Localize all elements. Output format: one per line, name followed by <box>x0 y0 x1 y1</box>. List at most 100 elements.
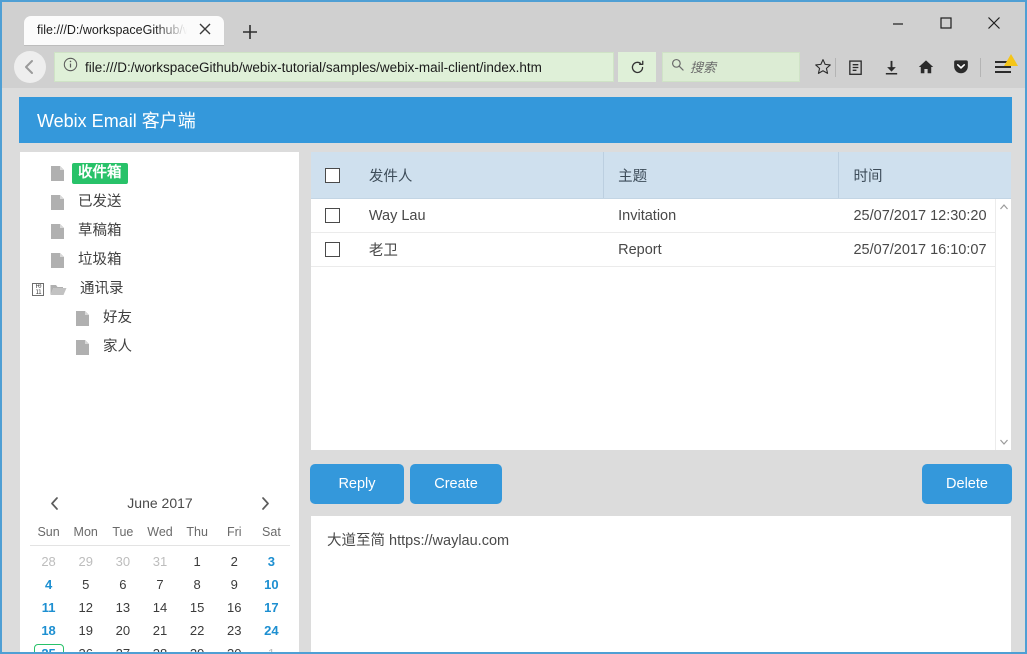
calendar-day[interactable]: 21 <box>141 621 178 641</box>
calendar-day[interactable]: 27 <box>104 644 141 653</box>
create-button[interactable]: Create <box>410 464 502 504</box>
reply-button[interactable]: Reply <box>310 464 404 504</box>
cell-time: 25/07/2017 16:10:07 <box>853 241 987 258</box>
browser-tab[interactable]: file:///D:/workspaceGithub/we <box>24 16 224 46</box>
calendar-header: June 2017 <box>30 487 290 519</box>
calendar-day[interactable]: 6 <box>104 575 141 595</box>
row-checkbox[interactable] <box>325 242 341 257</box>
star-icon[interactable] <box>808 52 838 82</box>
mail-table-body: Way Lau Invitation 25/07/2017 12:30:20 老卫 Re… <box>311 199 1011 267</box>
calendar-day[interactable]: 22 <box>179 621 216 641</box>
calendar-day[interactable]: 2 <box>216 552 253 572</box>
home-icon[interactable] <box>911 52 941 82</box>
back-arrow-icon[interactable] <box>14 51 46 83</box>
window-close-button[interactable] <box>971 8 1017 38</box>
tree-item-6[interactable]: 家人 <box>20 333 299 362</box>
table-row[interactable]: 老卫 Report 25/07/2017 16:10:07 <box>311 233 1011 267</box>
app-header: Webix Email 客户端 <box>19 97 1012 143</box>
calendar-prev-icon[interactable] <box>48 496 61 511</box>
table-row[interactable]: Way Lau Invitation 25/07/2017 12:30:20 <box>311 199 1011 233</box>
tree-item-label: 家人 <box>103 339 132 356</box>
calendar-week-0: 28 29 30 31 1 2 3 <box>30 550 290 573</box>
calendar-day[interactable]: 28 <box>30 552 67 572</box>
download-icon[interactable] <box>876 52 906 82</box>
calendar-day[interactable]: 9 <box>216 575 253 595</box>
calendar-day[interactable]: 19 <box>67 621 104 641</box>
calendar-day[interactable]: 5 <box>67 575 104 595</box>
calendar-day[interactable]: 30 <box>104 552 141 572</box>
file-icon <box>50 252 65 269</box>
calendar-day[interactable]: 16 <box>216 598 253 618</box>
window-minimize-button[interactable] <box>875 8 921 38</box>
select-all-checkbox[interactable] <box>325 167 341 183</box>
file-icon <box>50 194 65 211</box>
calendar-day[interactable]: 4 <box>30 575 67 595</box>
calendar-day[interactable]: 13 <box>104 598 141 618</box>
calendar-day[interactable]: 14 <box>141 598 178 618</box>
calendar-day[interactable]: 17 <box>253 598 290 618</box>
tree-item-label: 草稿箱 <box>78 223 122 240</box>
scroll-down-icon[interactable] <box>996 434 1011 450</box>
tree-item-1[interactable]: 已发送 <box>20 188 299 217</box>
library-icon[interactable] <box>840 52 870 82</box>
pocket-icon[interactable] <box>946 52 976 82</box>
calendar-day[interactable]: 30 <box>216 644 253 653</box>
delete-button[interactable]: Delete <box>922 464 1012 504</box>
search-input[interactable] <box>690 59 790 75</box>
collapse-toggle-icon[interactable]: F0 11 <box>32 283 44 296</box>
row-checkbox[interactable] <box>325 208 341 223</box>
calendar-day[interactable]: 1 <box>253 644 290 653</box>
reload-icon[interactable] <box>618 52 656 82</box>
info-icon[interactable] <box>63 57 78 77</box>
tree-item-0[interactable]: 收件箱 <box>20 159 299 188</box>
calendar-day[interactable]: 10 <box>253 575 290 595</box>
column-header-subject[interactable]: 主题 <box>604 152 840 198</box>
tree-item-5[interactable]: 好友 <box>20 304 299 333</box>
hamburger-menu-icon[interactable] <box>986 52 1020 82</box>
weekday-sun: Sun <box>37 525 60 539</box>
calendar-day[interactable]: 31 <box>141 552 178 572</box>
calendar-day[interactable]: 20 <box>104 621 141 641</box>
tree-item-2[interactable]: 草稿箱 <box>20 217 299 246</box>
calendar-day[interactable]: 29 <box>67 552 104 572</box>
calendar-day[interactable]: 29 <box>179 644 216 653</box>
row-checkbox-cell[interactable] <box>311 199 355 232</box>
calendar-day[interactable]: 15 <box>179 598 216 618</box>
folder-open-icon <box>50 282 67 297</box>
row-checkbox-cell[interactable] <box>311 233 355 266</box>
tree-item-3[interactable]: 垃圾箱 <box>20 246 299 275</box>
calendar-day[interactable]: 24 <box>253 621 290 641</box>
file-icon <box>50 165 65 182</box>
cell-from: Way Lau <box>368 207 426 224</box>
calendar-day[interactable]: 23 <box>216 621 253 641</box>
scroll-up-icon[interactable] <box>996 199 1011 215</box>
calendar-day[interactable]: 25 <box>33 643 64 652</box>
calendar-day[interactable]: 26 <box>67 644 104 653</box>
calendar-next-icon[interactable] <box>259 496 272 511</box>
calendar-day[interactable]: 28 <box>141 644 178 653</box>
folder-tree: 收件箱 已发送草稿箱垃圾箱 F0 11 通讯录好友家人 <box>20 159 299 362</box>
calendar-weekday-headers: Sun Mon Tue Wed Thu Fri Sat <box>30 519 290 545</box>
mail-body-editor[interactable]: 大道至简 https://waylau.com <box>310 515 1012 652</box>
mail-table-scrollbar[interactable] <box>995 199 1011 450</box>
calendar-day[interactable]: 8 <box>179 575 216 595</box>
tab-close-icon[interactable] <box>198 22 216 40</box>
select-all-header[interactable] <box>311 152 355 198</box>
calendar-day[interactable]: 3 <box>253 552 290 572</box>
column-header-from[interactable]: 发件人 <box>355 152 605 198</box>
calendar-day[interactable]: 12 <box>67 598 104 618</box>
new-tab-icon[interactable] <box>240 22 262 44</box>
calendar-day[interactable]: 1 <box>179 552 216 572</box>
calendar-day[interactable]: 11 <box>30 598 67 618</box>
column-header-time[interactable]: 时间 <box>839 152 1011 198</box>
tree-item-label: 通讯录 <box>80 281 124 298</box>
calendar-day[interactable]: 7 <box>141 575 178 595</box>
url-bar[interactable]: file:///D:/workspaceGithub/webix-tutoria… <box>54 52 614 82</box>
cell-subject: Invitation <box>618 207 677 224</box>
warning-badge-icon <box>1004 54 1018 66</box>
tree-item-4[interactable]: F0 11 通讯录 <box>20 275 299 304</box>
window-maximize-button[interactable] <box>923 8 969 38</box>
action-button-bar: Reply Create Delete <box>310 464 1012 504</box>
calendar-day[interactable]: 18 <box>30 621 67 641</box>
search-box[interactable] <box>662 52 800 82</box>
